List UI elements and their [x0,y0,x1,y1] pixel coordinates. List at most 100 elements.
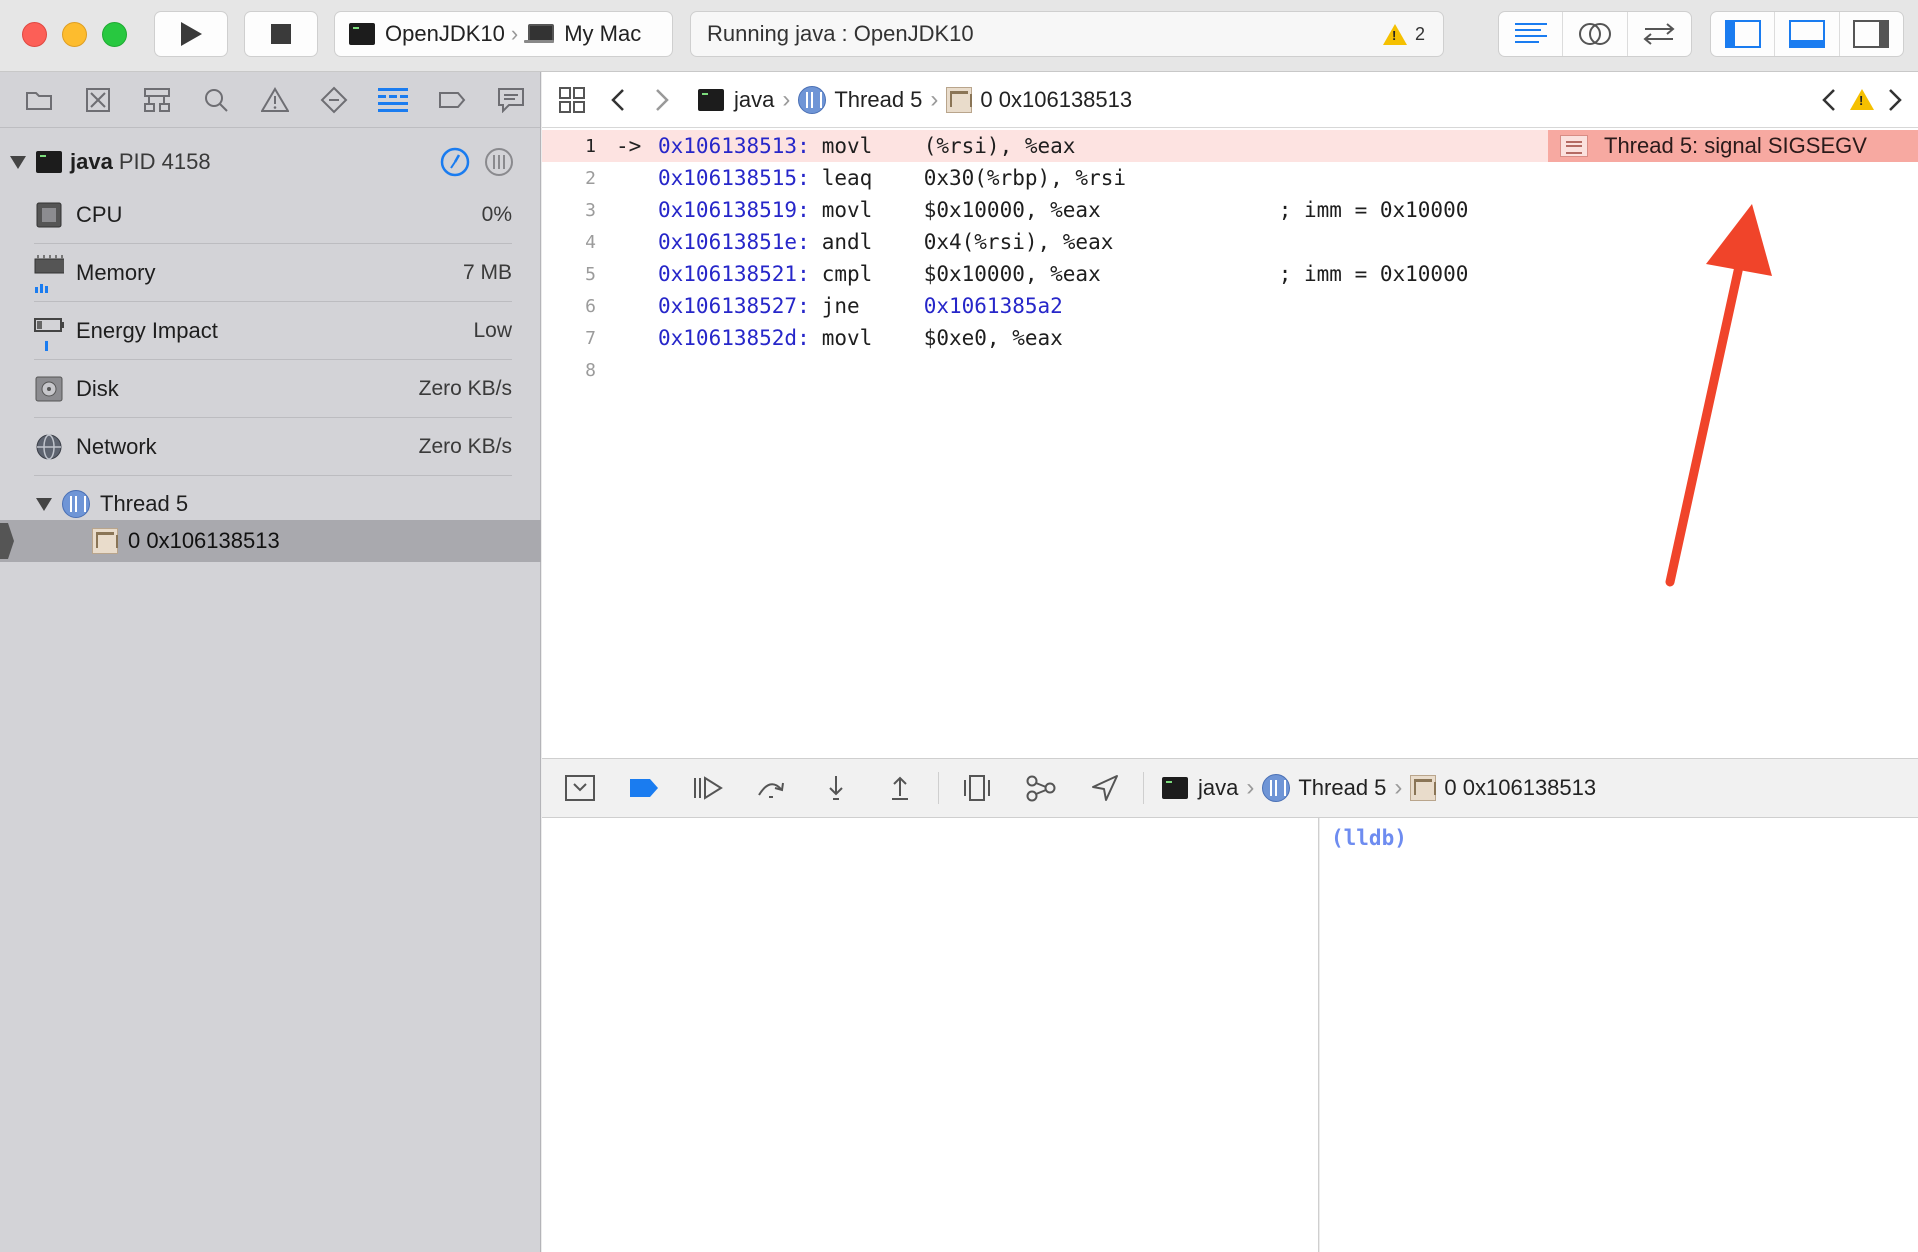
navigator-selector-bar [0,72,540,128]
version-editor-button[interactable] [1628,12,1691,56]
debug-view-hierarchy-button[interactable] [945,774,1009,802]
message-lines-icon [1560,135,1588,157]
breadcrumb-process[interactable]: java [734,87,774,113]
previous-issue-icon[interactable] [1820,87,1838,113]
speech-bubble-icon [497,87,524,113]
debug-breadcrumb-thread[interactable]: Thread 5 [1298,775,1386,801]
step-out-icon [892,776,908,800]
memory-gauge-row[interactable]: Memory 7 MB [34,244,512,302]
instruction-address: 0x106138519: [658,198,810,222]
signal-annotation-badge[interactable]: Thread 5: signal SIGSEGV [1548,130,1918,162]
continue-button[interactable] [676,775,740,801]
test-navigator-tab[interactable] [304,86,363,114]
hide-debug-area-button[interactable] [548,775,612,801]
report-navigator-tab[interactable] [481,87,540,113]
instruction-opcode: movl [821,198,873,222]
left-panel-icon [1724,20,1761,48]
instruction-opcode: movl [821,134,873,158]
symbol-navigator-tab[interactable] [128,87,187,113]
debug-memory-graph-button[interactable] [1009,774,1073,802]
scheme-device-label: My Mac [564,21,642,46]
continue-icon [694,776,723,800]
close-window-button[interactable] [22,22,47,47]
debug-list-icon [377,87,408,112]
related-items-grid-icon[interactable] [558,86,586,114]
debug-navigator-tab[interactable] [363,87,422,112]
disk-gauge-row[interactable]: Disk Zero KB/s [34,360,512,418]
stop-icon [271,24,291,44]
instruction-operands: $0x10000, %eax [923,198,1101,222]
stack-frame-row[interactable]: 0 0x106138513 [0,520,541,562]
align-lines-icon [1514,23,1547,43]
disk-drive-icon [35,376,63,401]
toggle-inspector-button[interactable] [1840,12,1903,56]
code-line[interactable]: 2 0x106138515: leaq 0x30(%rbp), %rsi [542,162,1918,194]
breadcrumb-thread[interactable]: Thread 5 [834,87,922,113]
process-name: java [70,149,113,174]
thread-label: Thread 5 [100,491,189,516]
chevron-right-icon: › [782,85,791,113]
toggle-navigator-button[interactable] [1711,12,1776,56]
next-issue-icon[interactable] [1886,87,1904,113]
instruction-operands: (%rsi), %eax [923,134,1076,158]
project-navigator-tab[interactable] [10,89,69,111]
disclosure-triangle-icon[interactable] [10,155,26,169]
run-button[interactable] [154,11,228,57]
process-row[interactable]: java PID 4158 [0,140,541,184]
warning-icon[interactable]: ! [1382,23,1407,45]
hierarchy-icon [144,87,171,112]
thread-row[interactable]: Thread 5 [36,484,188,524]
step-into-button[interactable] [804,774,868,802]
simulate-location-button[interactable] [1073,774,1137,802]
breadcrumb-frame[interactable]: 0 0x106138513 [980,87,1132,113]
gauge-value: Zero KB/s [418,434,512,458]
cpu-gauge-row[interactable]: CPU 0% [34,186,512,244]
warning-triangle-icon [261,86,289,112]
instruction-operands: 0x4(%rsi), %eax [923,230,1114,254]
debug-breadcrumb-process[interactable]: java [1198,775,1238,801]
terminal-app-icon [698,88,724,111]
stop-button[interactable] [244,11,318,57]
thread-view-icon[interactable] [483,146,515,178]
collapse-panel-icon [565,775,595,801]
energy-gauge-row[interactable]: Energy Impact Low [34,302,512,360]
back-arrow-icon[interactable] [608,87,628,113]
toggle-breakpoints-button[interactable] [612,778,676,798]
lldb-console[interactable]: (lldb) [1320,818,1918,1252]
breakpoint-tag-icon [438,91,465,108]
issue-navigator-tab[interactable] [246,86,305,113]
stack-frame-icon [92,528,118,554]
disclosure-triangle-icon[interactable] [36,497,52,511]
debug-gauges-icon[interactable] [439,146,471,178]
assistant-editor-button[interactable] [1563,12,1628,56]
annotation-arrow-icon [1665,204,1772,587]
scheme-selector[interactable]: OpenJDK10 › My Mac [334,11,673,57]
variables-view[interactable] [542,818,1319,1252]
step-over-button[interactable] [740,775,804,801]
play-icon [181,22,202,46]
minimize-window-button[interactable] [62,22,87,47]
activity-status-text: Running java : OpenJDK10 [707,21,974,46]
instruction-operands: 0x1061385a2 [923,294,1063,318]
step-out-button[interactable] [868,774,932,802]
terminal-app-icon [349,23,375,45]
issue-warning-icon[interactable]: ! [1850,89,1874,110]
network-gauge-row[interactable]: Network Zero KB/s [34,418,512,476]
step-over-icon [758,782,784,798]
window-toolbar: OpenJDK10 › My Mac Running java : OpenJD… [0,0,1918,72]
zoom-window-button[interactable] [102,22,127,47]
code-line[interactable]: 1 -> 0x106138513: movl (%rsi), %eax Thre… [542,130,1918,162]
standard-editor-button[interactable] [1499,12,1564,56]
gauge-label: Energy Impact [76,317,218,343]
location-arrow-icon [1092,775,1118,801]
breakpoint-navigator-tab[interactable] [422,91,481,109]
find-navigator-tab[interactable] [187,87,246,113]
instruction-operands: 0x30(%rbp), %rsi [923,166,1127,190]
source-control-navigator-tab[interactable] [69,87,128,113]
forward-arrow-icon[interactable] [652,87,672,113]
instruction-opcode: cmpl [821,262,873,286]
debug-breadcrumb-frame[interactable]: 0 0x106138513 [1444,775,1596,801]
toggle-debug-area-button[interactable] [1775,12,1840,56]
folder-icon [26,91,53,110]
laptop-icon [524,24,555,44]
